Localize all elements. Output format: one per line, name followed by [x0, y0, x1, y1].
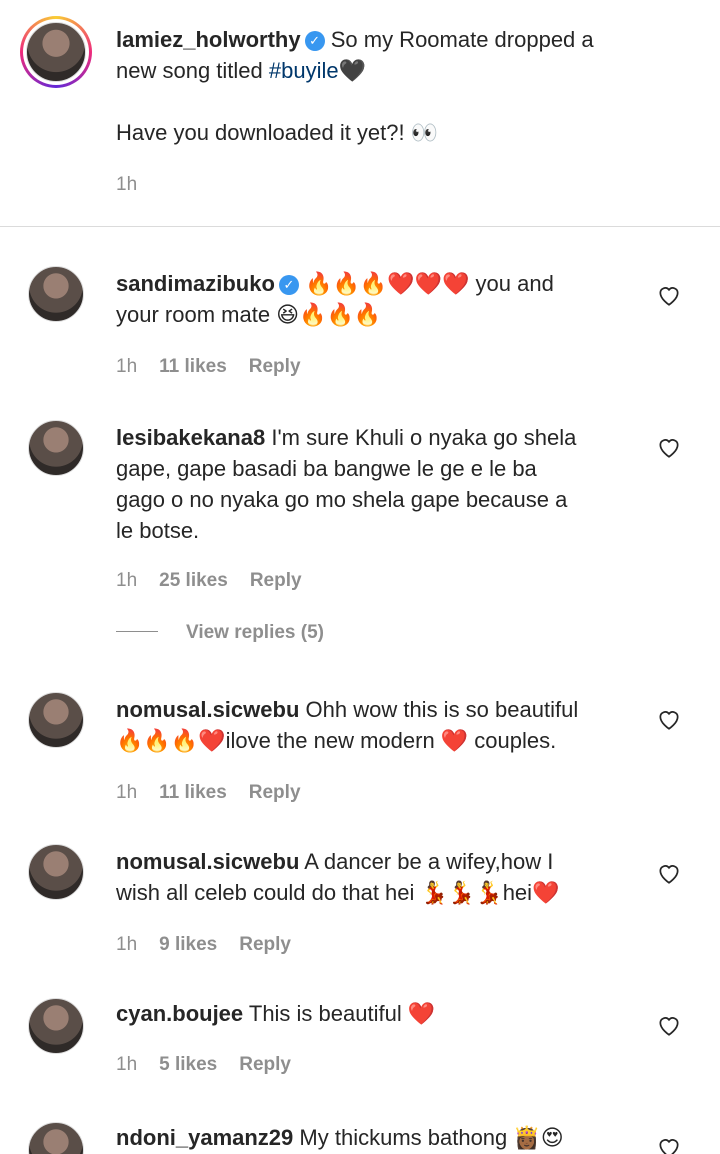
verified-badge-icon: ✓ — [278, 275, 299, 295]
likes-count[interactable]: 9 likes — [159, 934, 217, 955]
comment-line: I'm sure Khuli o nyaka go shela — [271, 425, 577, 450]
avatar[interactable] — [28, 266, 84, 322]
comment-username[interactable]: nomusal.sicwebu — [116, 697, 299, 722]
comment-text: sandimazibuko ✓ 🔥🔥🔥❤️❤️❤️ you and your ro… — [116, 268, 636, 330]
comment-meta: 1h 9 likes Reply — [116, 934, 291, 956]
comment-text: nomusal.sicwebu Ohh wow this is so beaut… — [116, 694, 636, 756]
comment-line: This is beautiful ❤️ — [248, 1001, 436, 1026]
comment-timestamp: 1h — [116, 356, 138, 377]
reply-button[interactable]: Reply — [249, 356, 301, 377]
post-caption: lamiez_holworthy ✓ So my Roomate dropped … — [0, 0, 720, 226]
comment-text: ndoni_yamanz29 My thickums bathong 👸🏾😍 — [116, 1122, 636, 1153]
likes-count[interactable]: 5 likes — [159, 1054, 217, 1075]
likes-count[interactable]: 11 likes — [159, 356, 227, 377]
post-timestamp: 1h — [116, 174, 138, 195]
comment-timestamp: 1h — [116, 934, 138, 955]
comment-line: gape, gape basadi ba bangwe le ge e le b… — [116, 456, 537, 481]
reply-button[interactable]: Reply — [250, 570, 302, 591]
comment-line: 🔥🔥🔥❤️❤️❤️ you and — [305, 271, 554, 296]
comment-meta: 1h 5 likes Reply — [116, 1054, 291, 1076]
divider — [0, 226, 720, 227]
comment-line: My thickums bathong 👸🏾😍 — [299, 1125, 564, 1150]
comment-line: wish all celeb could do that hei 💃💃💃hei❤… — [116, 880, 560, 905]
avatar[interactable] — [28, 998, 84, 1054]
comment-username[interactable]: lesibakekana8 — [116, 425, 265, 450]
caption-emoji: 🖤 — [338, 58, 366, 83]
avatar[interactable] — [28, 844, 84, 900]
hashtag-link[interactable]: #buyile — [269, 58, 339, 83]
divider — [116, 631, 158, 632]
heart-outline-icon[interactable] — [656, 1134, 682, 1154]
author-username[interactable]: lamiez_holworthy — [116, 27, 301, 52]
avatar[interactable] — [28, 420, 84, 476]
likes-count[interactable]: 25 likes — [159, 570, 228, 591]
comment-line: your room mate 😆🔥🔥🔥 — [116, 302, 382, 327]
comment-meta: 1h 11 likes Reply — [116, 356, 301, 378]
heart-outline-icon[interactable] — [656, 706, 682, 732]
comment-timestamp: 1h — [116, 782, 138, 803]
author-avatar-story-ring[interactable] — [20, 16, 92, 88]
reply-button[interactable]: Reply — [239, 934, 291, 955]
comment-line: Ohh wow this is so beautiful — [305, 697, 579, 722]
heart-outline-icon[interactable] — [656, 1012, 682, 1038]
comment-line: le botse. — [116, 518, 200, 543]
comment-line: 🔥🔥🔥❤️ilove the new modern ❤️ couples. — [116, 728, 557, 753]
caption-line: new song titled — [116, 58, 269, 83]
comment-timestamp: 1h — [116, 1054, 138, 1075]
avatar[interactable] — [28, 1122, 84, 1154]
caption-text: lamiez_holworthy ✓ So my Roomate dropped … — [116, 24, 706, 86]
reply-button[interactable]: Reply — [249, 782, 301, 803]
comment-timestamp: 1h — [116, 570, 138, 591]
heart-outline-icon[interactable] — [656, 434, 682, 460]
comment-line: gago o no nyaka go mo shela gape because… — [116, 487, 568, 512]
likes-count[interactable]: 11 likes — [159, 782, 227, 803]
comment-text: lesibakekana8 I'm sure Khuli o nyaka go … — [116, 422, 636, 546]
caption-line: Have you downloaded it yet?! 👀 — [116, 120, 439, 145]
comment-line: A dancer be a wifey,how I — [304, 849, 554, 874]
comment-username[interactable]: nomusal.sicwebu — [116, 849, 299, 874]
comment-username[interactable]: sandimazibuko — [116, 271, 275, 296]
comment-username[interactable]: ndoni_yamanz29 — [116, 1125, 293, 1150]
comment-text: nomusal.sicwebu A dancer be a wifey,how … — [116, 846, 636, 908]
comment-text: cyan.boujee This is beautiful ❤️ — [116, 998, 636, 1029]
comment-username[interactable]: cyan.boujee — [116, 1001, 243, 1026]
reply-button[interactable]: Reply — [239, 1054, 291, 1075]
heart-outline-icon[interactable] — [656, 282, 682, 308]
view-replies-label: View replies (5) — [186, 622, 324, 643]
avatar[interactable] — [28, 692, 84, 748]
comment: ndoni_yamanz29 My thickums bathong 👸🏾😍 — [0, 1118, 720, 1154]
view-replies-button[interactable]: View replies (5) — [116, 622, 324, 644]
verified-badge-icon: ✓ — [304, 31, 325, 51]
comment-meta: 1h 25 likes Reply — [116, 570, 302, 592]
author-avatar[interactable] — [26, 22, 86, 82]
comment-meta: 1h 11 likes Reply — [116, 782, 301, 804]
heart-outline-icon[interactable] — [656, 860, 682, 886]
caption-line: So my Roomate dropped a — [330, 27, 594, 52]
